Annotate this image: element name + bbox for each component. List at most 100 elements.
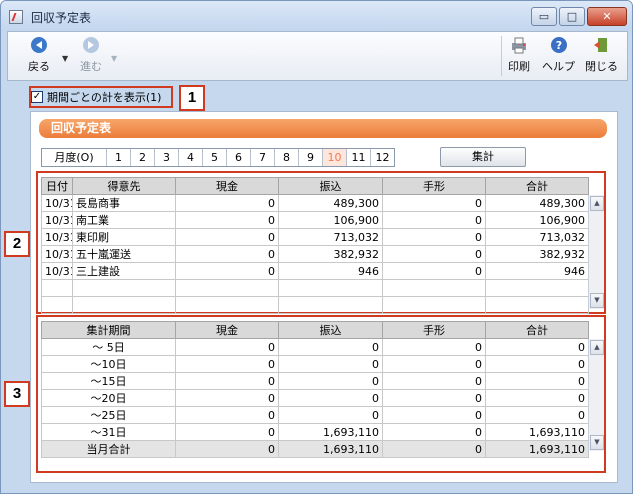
grand-total-cell: 1,693,110 (485, 440, 589, 458)
transfer-total-cell: 1,693,110 (278, 440, 383, 458)
scroll-up-icon[interactable]: ▲ (590, 196, 604, 211)
column-header[interactable]: 日付 (41, 177, 73, 195)
bill-cell: 0 (382, 245, 486, 263)
column-header[interactable]: 手形 (382, 321, 486, 339)
app-icon (9, 10, 23, 24)
total-cell: 1,693,110 (485, 423, 589, 441)
date-cell: 10/31 (41, 245, 73, 263)
help-button[interactable]: ? ヘルプ (542, 36, 575, 78)
table-row[interactable]: ～10日 0 0 0 0 (41, 355, 589, 373)
column-header[interactable]: 得意先 (72, 177, 176, 195)
help-label: ヘルプ (542, 60, 575, 73)
printer-icon (509, 36, 529, 54)
transfer-cell: 0 (278, 372, 383, 390)
empty-row[interactable] (41, 296, 589, 314)
column-header[interactable]: 振込 (278, 321, 383, 339)
month-tab[interactable]: 9 (298, 149, 322, 166)
scroll-down-icon[interactable]: ▼ (590, 293, 604, 308)
callout-number-2: 2 (4, 231, 30, 257)
cash-cell: 0 (175, 423, 279, 441)
cash-cell: 0 (175, 355, 279, 373)
month-tab[interactable]: 2 (130, 149, 154, 166)
table-row[interactable]: ～15日 0 0 0 0 (41, 372, 589, 390)
summarize-button[interactable]: 集計 (440, 147, 526, 167)
month-tab[interactable]: 3 (154, 149, 178, 166)
total-cell: 106,900 (485, 211, 589, 229)
month-tab[interactable]: 1 (106, 149, 130, 166)
print-button[interactable]: 印刷 (508, 36, 530, 78)
transfer-cell: 713,032 (278, 228, 383, 246)
minimize-icon: ▭ (538, 10, 550, 23)
table-row[interactable]: 10/31 南工業 0 106,900 0 106,900 (41, 211, 589, 229)
scroll-up-icon[interactable]: ▲ (590, 340, 604, 355)
back-button[interactable]: 戻る (28, 36, 50, 78)
table-row[interactable]: 10/31 三上建設 0 946 0 946 (41, 262, 589, 280)
close-window-button[interactable]: ✕ (587, 7, 627, 26)
minimize-button[interactable]: ▭ (531, 7, 557, 26)
totals-scrollbar[interactable]: ▲ ▼ (588, 339, 604, 451)
transfer-cell: 106,900 (278, 211, 383, 229)
table-row[interactable]: 10/31 五十嵐運送 0 382,932 0 382,932 (41, 245, 589, 263)
detail-scrollbar[interactable]: ▲ ▼ (588, 195, 604, 309)
toolbar-separator (501, 36, 502, 76)
table-row[interactable]: ～20日 0 0 0 0 (41, 389, 589, 407)
window-title: 回収予定表 (31, 11, 92, 25)
bill-cell: 0 (382, 194, 486, 212)
bill-cell: 0 (382, 228, 486, 246)
month-tab[interactable]: 11 (346, 149, 370, 166)
cash-cell: 0 (175, 228, 279, 246)
table-row[interactable]: 10/31 長島商事 0 489,300 0 489,300 (41, 194, 589, 212)
cash-total-cell: 0 (175, 440, 279, 458)
close-app-button[interactable]: 閉じる (585, 36, 618, 78)
maximize-icon: □ (566, 10, 578, 23)
total-cell: 0 (485, 338, 589, 356)
period-cell: ～ 5日 (41, 338, 176, 356)
scroll-down-icon[interactable]: ▼ (590, 435, 604, 450)
back-dropdown-icon[interactable]: ▼ (62, 54, 68, 63)
customer-cell: 五十嵐運送 (72, 245, 176, 263)
month-tab[interactable]: 5 (202, 149, 226, 166)
column-header[interactable]: 現金 (175, 177, 279, 195)
bill-cell: 0 (382, 211, 486, 229)
monthly-total-label: 当月合計 (41, 440, 176, 458)
cash-cell: 0 (175, 245, 279, 263)
bill-cell: 0 (382, 338, 486, 356)
exit-door-icon (592, 36, 612, 54)
month-tab[interactable]: 12 (370, 149, 394, 166)
total-cell: 0 (485, 406, 589, 424)
forward-button[interactable]: 進む (80, 36, 102, 78)
bill-cell: 0 (382, 262, 486, 280)
month-tab[interactable]: 6 (226, 149, 250, 166)
bill-cell: 0 (382, 372, 486, 390)
period-cell: ～20日 (41, 389, 176, 407)
customer-cell: 南工業 (72, 211, 176, 229)
table-row[interactable]: ～ 5日 0 0 0 0 (41, 338, 589, 356)
period-totals-table: 集計期間 現金 振込 手形 合計 ～ 5日 0 0 0 0 ～10日 0 0 0… (41, 321, 589, 458)
month-tab[interactable]: 8 (274, 149, 298, 166)
section-title: 回収予定表 (39, 119, 607, 138)
column-header[interactable]: 振込 (278, 177, 383, 195)
date-cell: 10/31 (41, 194, 73, 212)
svg-text:?: ? (555, 39, 561, 52)
column-header[interactable]: 集計期間 (41, 321, 176, 339)
transfer-cell: 489,300 (278, 194, 383, 212)
column-header[interactable]: 現金 (175, 321, 279, 339)
column-header[interactable]: 手形 (382, 177, 486, 195)
maximize-button[interactable]: □ (559, 7, 585, 26)
forward-dropdown-icon[interactable]: ▼ (111, 54, 117, 63)
forward-label: 進む (80, 60, 102, 73)
period-cell: ～15日 (41, 372, 176, 390)
table-row[interactable]: 10/31 東印刷 0 713,032 0 713,032 (41, 228, 589, 246)
month-tab[interactable]: 7 (250, 149, 274, 166)
table-row[interactable]: ～25日 0 0 0 0 (41, 406, 589, 424)
empty-row[interactable] (41, 279, 589, 297)
column-header[interactable]: 合計 (485, 177, 589, 195)
customer-cell: 東印刷 (72, 228, 176, 246)
total-cell: 0 (485, 389, 589, 407)
month-tab-selected[interactable]: 10 (322, 149, 346, 166)
cash-cell: 0 (175, 194, 279, 212)
bill-cell: 0 (382, 389, 486, 407)
table-row[interactable]: ～31日 0 1,693,110 0 1,693,110 (41, 423, 589, 441)
column-header[interactable]: 合計 (485, 321, 589, 339)
month-tab[interactable]: 4 (178, 149, 202, 166)
